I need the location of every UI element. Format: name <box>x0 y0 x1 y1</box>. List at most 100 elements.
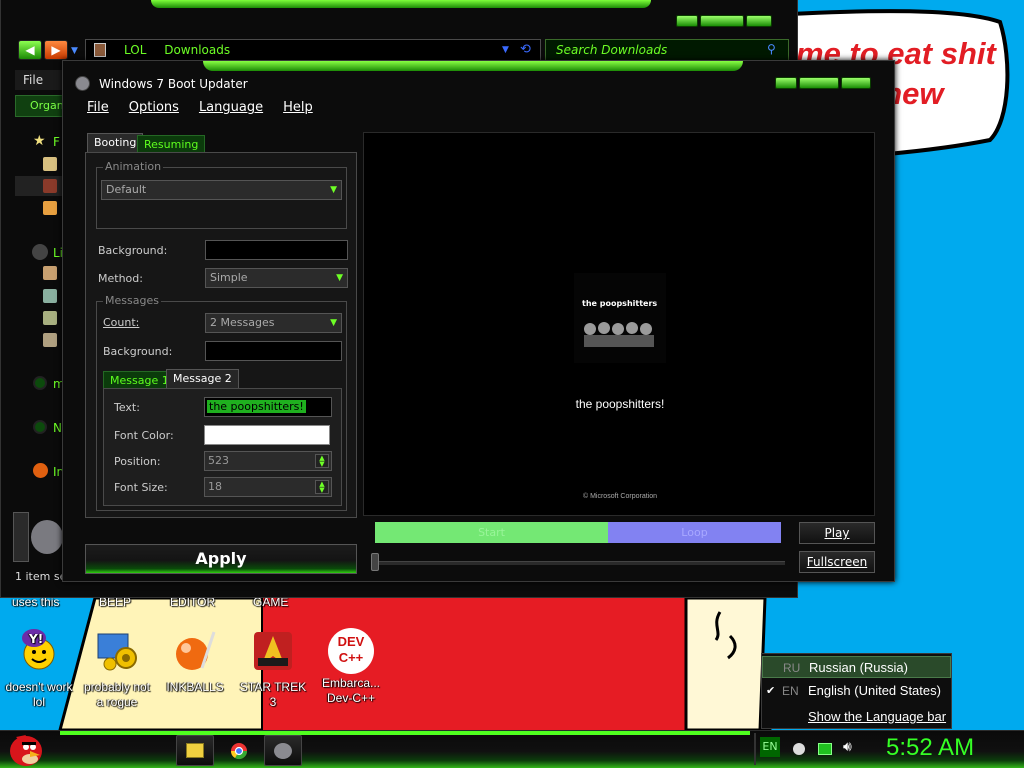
boot-updater-icon <box>274 742 292 759</box>
language-menu: RU Russian (Russia) ✔ EN English (United… <box>761 653 952 729</box>
language-indicator[interactable]: EN <box>760 737 780 757</box>
desktop-icon-star-trek[interactable]: STAR TREK 3 <box>235 628 311 710</box>
boot-animation-image: the poopshitters <box>574 273 666 363</box>
explorer-menu-file[interactable]: File <box>23 73 43 87</box>
maximize-button[interactable] <box>799 77 839 89</box>
nav-item-icon[interactable] <box>43 333 57 347</box>
font-size-stepper[interactable]: 18 ▲ ▼ <box>204 477 332 497</box>
forward-button[interactable]: ▶ <box>44 40 68 60</box>
desktop-icon-label: probably not a rogue <box>83 680 151 709</box>
maximize-button[interactable] <box>700 15 744 27</box>
boot-updater-window[interactable]: Windows 7 Boot Updater File Options Lang… <box>62 60 895 582</box>
text-label: Text: <box>114 401 140 414</box>
minimize-button[interactable] <box>775 77 797 89</box>
preview-slider-track[interactable] <box>375 561 785 565</box>
nav-item-icon[interactable] <box>43 201 57 215</box>
tab-booting[interactable]: Booting <box>87 133 144 152</box>
minimize-button[interactable] <box>676 15 698 27</box>
band-photo-icon <box>584 322 654 347</box>
desktop-icon-yahoo[interactable]: Y! doesn't work lol <box>1 628 77 710</box>
desktop-icon-inkballs[interactable]: INKBALLS <box>157 628 233 695</box>
taskbar-explorer-button[interactable] <box>176 735 214 766</box>
clock[interactable]: 5:52 AM <box>886 734 974 762</box>
preview-copyright: © Microsoft Corporation <box>582 493 658 500</box>
nav-favorites[interactable]: F <box>53 135 60 149</box>
animation-select[interactable]: Default ▼ <box>101 180 342 200</box>
close-button[interactable] <box>746 15 772 27</box>
back-button[interactable]: ◀ <box>18 40 42 60</box>
network-icon <box>33 420 47 434</box>
nav-item-icon[interactable] <box>43 157 57 171</box>
explorer-title-glow <box>151 0 651 8</box>
desktop-icon-devcpp[interactable]: DEV C++ Embarca... Dev-C++ <box>313 628 389 706</box>
close-button[interactable] <box>841 77 871 89</box>
menu-file[interactable]: File <box>87 97 109 121</box>
refresh-icon[interactable]: ⟲ <box>520 40 531 60</box>
search-icon[interactable]: ⚲ <box>767 42 776 56</box>
message-text-input[interactable]: the poopshitters! <box>204 397 332 417</box>
chevron-down-icon: ▼ <box>330 185 337 195</box>
spinner-arrows-icon[interactable]: ▲ ▼ <box>315 454 329 468</box>
menu-language[interactable]: Language <box>199 97 263 121</box>
boot-image-text: the poopshitters <box>582 299 658 308</box>
favorites-star-icon: ★ <box>33 133 46 149</box>
language-name: English (United States) <box>808 683 941 698</box>
language-item-english[interactable]: ✔ EN English (United States) <box>762 680 951 702</box>
taskbar-chrome-button[interactable] <box>220 735 258 766</box>
tray-arrow-icon[interactable] <box>793 743 805 755</box>
menu-options[interactable]: Options <box>129 97 179 121</box>
spinner-arrows-icon[interactable]: ▲ ▼ <box>315 480 329 494</box>
method-select[interactable]: Simple ▼ <box>205 268 348 288</box>
address-dropdown-icon[interactable]: ▼ <box>502 40 509 60</box>
preview-slider-handle[interactable] <box>371 553 379 571</box>
nav-item-icon[interactable] <box>43 179 57 193</box>
tab-message-1[interactable]: Message 1 <box>103 371 176 389</box>
fullscreen-button[interactable]: Fullscreen <box>799 551 875 573</box>
desktop-icon-rogue[interactable]: probably not a rogue <box>79 628 155 710</box>
msg-background-picker[interactable] <box>205 341 342 361</box>
show-language-bar[interactable]: Show the Language bar <box>762 706 951 728</box>
network-tray-icon[interactable] <box>818 743 832 755</box>
font-color-picker[interactable] <box>204 425 330 445</box>
history-dropdown-icon[interactable]: ▼ <box>71 46 78 56</box>
inkball-icon <box>176 631 216 670</box>
menubar: File Options Language Help <box>63 97 894 121</box>
taskbar-glow <box>60 731 750 735</box>
nav-item-icon[interactable] <box>43 311 57 325</box>
details-pane-edge <box>13 512 29 562</box>
start-button-angry-bird-icon[interactable] <box>4 729 46 768</box>
animation-group-label: Animation <box>103 160 164 173</box>
search-input[interactable]: Search Downloads <box>545 39 789 61</box>
menu-help[interactable]: Help <box>283 97 313 121</box>
count-select[interactable]: 2 Messages ▼ <box>205 313 342 333</box>
font-color-label: Font Color: <box>114 429 174 442</box>
background-color-picker[interactable] <box>205 240 348 260</box>
breadcrumb-downloads[interactable]: Downloads <box>164 43 230 57</box>
nav-network[interactable]: N <box>53 421 62 435</box>
nav-item-icon[interactable] <box>43 289 57 303</box>
volume-icon[interactable]: 🔊︎ <box>843 739 852 755</box>
language-item-russian[interactable]: RU Russian (Russia) <box>762 656 951 678</box>
folder-icon <box>186 743 204 758</box>
animation-progress-bar[interactable]: Start Loop <box>375 522 781 543</box>
folder-icon <box>94 43 106 57</box>
chevron-down-icon: ▼ <box>330 318 337 328</box>
nav-selected-item[interactable] <box>15 176 65 196</box>
booting-panel: Animation Default ▼ Background: Method: … <box>85 152 357 518</box>
address-bar[interactable]: LOL Downloads ▼ ⟲ <box>85 39 541 61</box>
tab-message-2[interactable]: Message 2 <box>166 369 239 389</box>
organize-button[interactable]: Organi <box>15 95 65 117</box>
background-label: Background: <box>98 244 168 257</box>
apply-button[interactable]: Apply <box>85 544 357 574</box>
boot-preview: the poopshitters the poopshitters! © Mic… <box>363 132 875 516</box>
breadcrumb-lol[interactable]: LOL <box>124 43 146 57</box>
gear-monitor-icon <box>97 633 137 671</box>
nav-item-icon[interactable] <box>43 266 57 280</box>
yahoo-messenger-icon: Y! <box>22 629 55 670</box>
position-stepper[interactable]: 523 ▲ ▼ <box>204 451 332 471</box>
taskbar-boot-updater-button[interactable] <box>264 735 302 766</box>
language-code: RU <box>783 661 801 675</box>
homegroup-icon <box>33 376 47 390</box>
desktop-icon-label: doesn't work lol <box>5 680 73 709</box>
play-button[interactable]: Play <box>799 522 875 544</box>
